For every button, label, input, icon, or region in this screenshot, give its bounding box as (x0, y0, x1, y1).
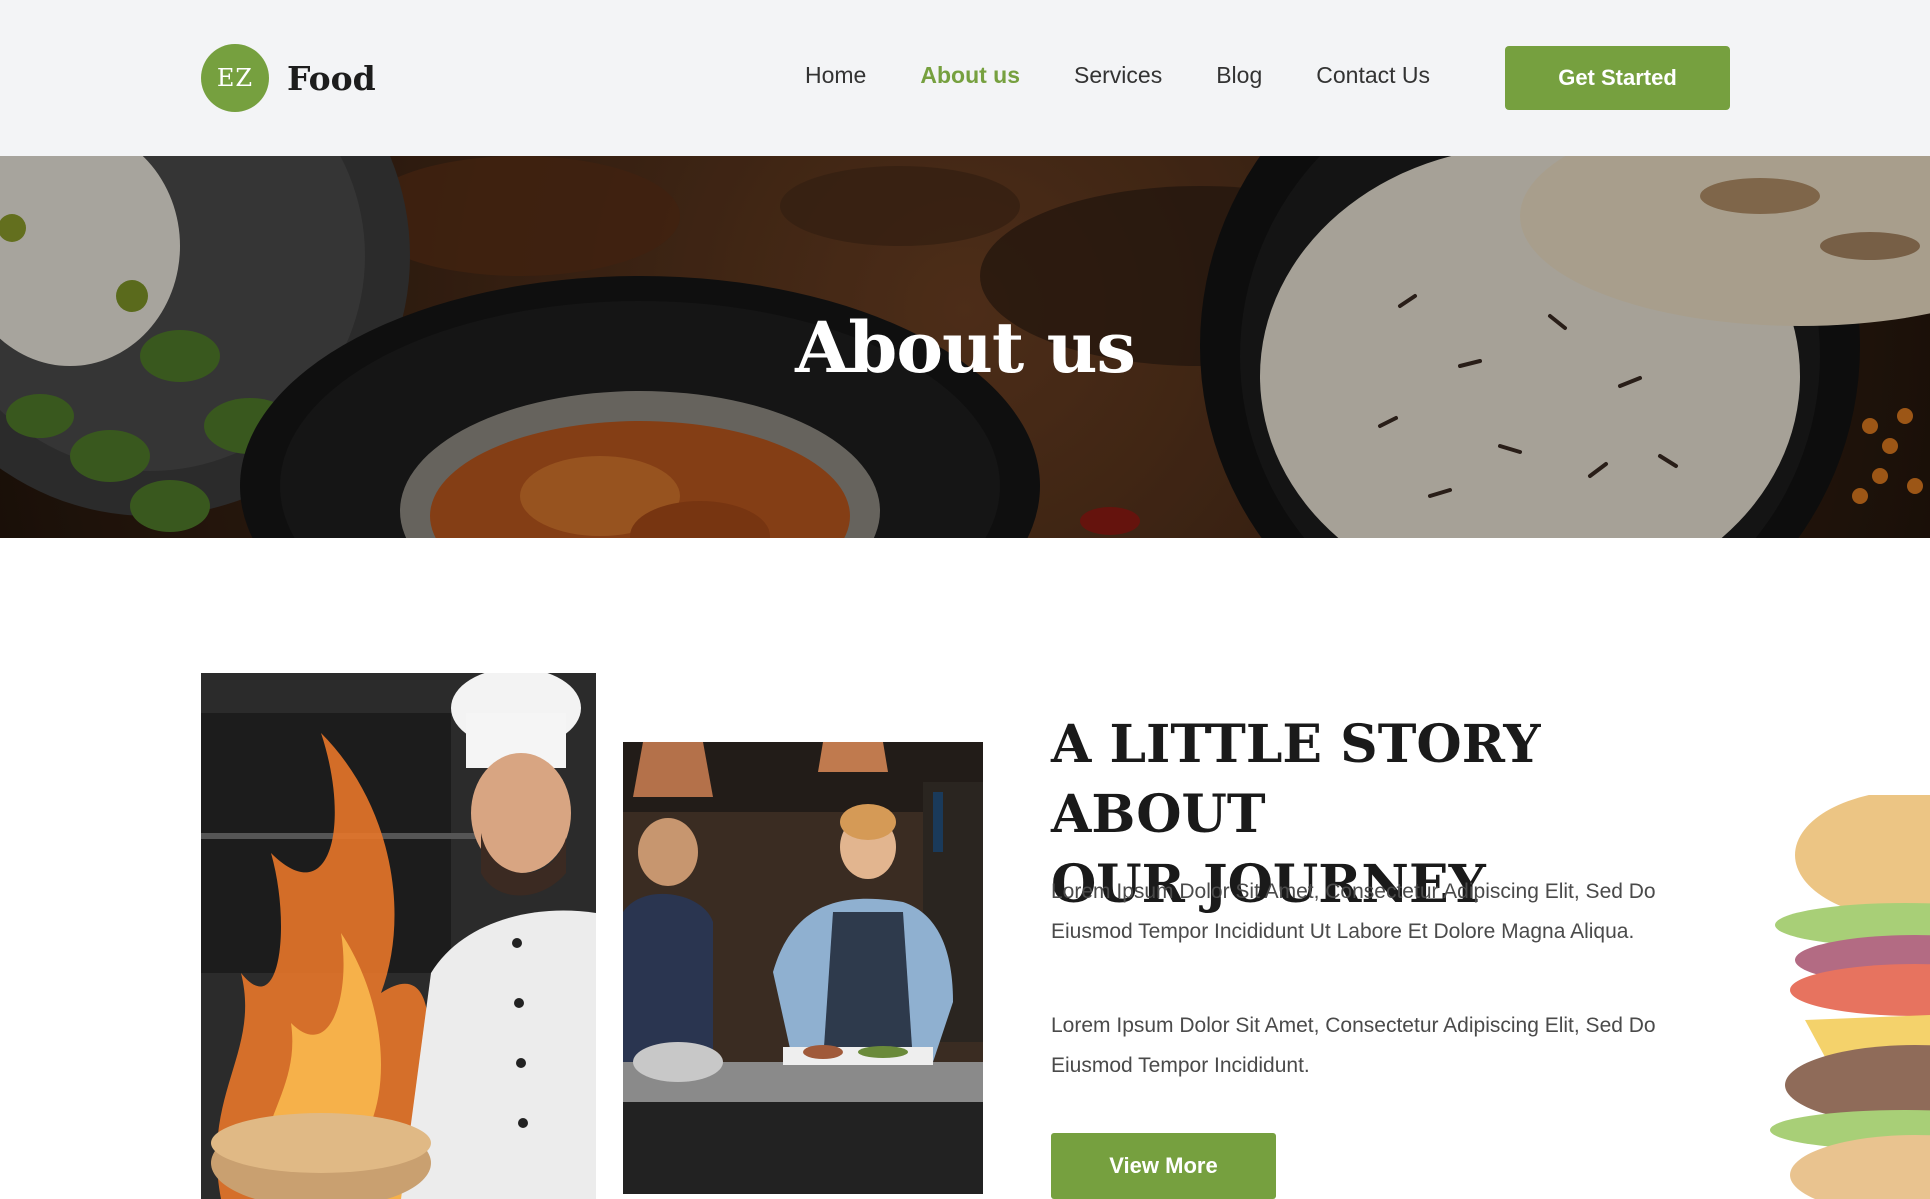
hero-title: About us (795, 306, 1136, 389)
nav-item-contact-us[interactable]: Contact Us (1316, 62, 1430, 89)
kitchen-photo (623, 742, 983, 1194)
nav-item-services[interactable]: Services (1074, 62, 1162, 89)
logo[interactable]: EZ Food (201, 44, 376, 112)
chef-photo (201, 673, 596, 1199)
nav-item-blog[interactable]: Blog (1216, 62, 1262, 89)
view-more-button[interactable]: View More (1051, 1133, 1276, 1199)
story-paragraph-2: Lorem Ipsum Dolor Sit Amet, Consectetur … (1051, 1014, 1656, 1077)
get-started-button[interactable]: Get Started (1505, 46, 1730, 110)
logo-badge: EZ (201, 44, 269, 112)
nav-item-home[interactable]: Home (805, 62, 866, 89)
burger-image (1765, 795, 1930, 1199)
story-title-line-1: A LITTLE STORY ABOUT (1051, 714, 1541, 845)
hero-banner: About us (0, 156, 1930, 538)
story-paragraph-1: Lorem Ipsum Dolor Sit Amet, Consectetur … (1051, 880, 1656, 943)
main-nav: Home About us Services Blog Contact Us (805, 62, 1484, 89)
nav-item-about-us[interactable]: About us (920, 62, 1020, 89)
site-header: EZ Food Home About us Services Blog Cont… (0, 0, 1930, 156)
logo-text: Food (287, 58, 376, 98)
